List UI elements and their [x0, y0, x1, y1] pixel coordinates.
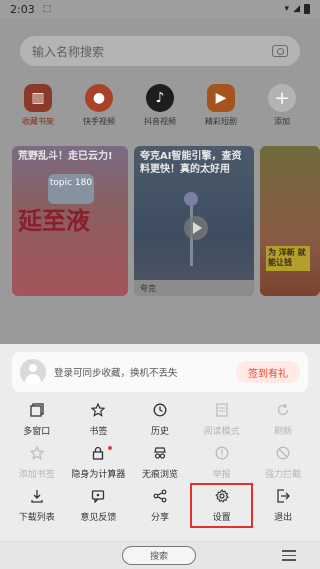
multi-window-icon	[29, 402, 45, 418]
menu-item-label: 阅读模式	[203, 427, 240, 437]
clock: 2:03	[10, 2, 35, 16]
menu-item-label: 下载列表	[18, 513, 55, 523]
reader-mode-icon	[214, 402, 230, 418]
menu-item-label: 设置	[212, 513, 231, 523]
menu-item-multi-window[interactable]: 多窗口	[6, 398, 68, 441]
checkin-button[interactable]: 签到有礼	[236, 361, 300, 383]
card-title: 荒野乱斗！走已云力!	[18, 151, 113, 162]
home-page-dimmed: 输入名称搜索 ▥ 收藏书架 ● 快手视频 ♪ 抖音视频 ▶ 精彩短剧 + 添加 …	[0, 18, 320, 344]
short-drama-icon: ▶	[207, 84, 235, 112]
feed-card[interactable]: 为 洋新 就能让钱	[260, 146, 320, 296]
menu-item-label: 强力拦截	[265, 470, 302, 480]
bookshelf-icon: ▥	[24, 84, 52, 112]
menu-item-label: 多窗口	[23, 427, 51, 437]
hamburger-menu-icon[interactable]	[282, 550, 296, 561]
exit-icon	[275, 488, 291, 504]
douyin-icon: ♪	[146, 84, 174, 112]
menu-item-report[interactable]: 举报	[191, 441, 253, 484]
menu-grid: 多窗口 书签 历史 阅读模式 刷新 添加书签 隐身为计算器 无痕浏览 举报 强力…	[6, 398, 314, 528]
menu-item-history[interactable]: 历史	[129, 398, 191, 441]
menu-item-label: 书签	[89, 427, 108, 437]
menu-item-reader-mode[interactable]: 阅读模式	[191, 398, 253, 441]
menu-item-label: 隐身为计算器	[71, 470, 126, 480]
block-icon	[275, 445, 291, 461]
menu-item-share[interactable]: 分享	[129, 484, 191, 527]
menu-item-label: 刷新	[274, 427, 293, 437]
shortcut-kuaishou[interactable]: ● 快手视频	[71, 84, 127, 127]
bottom-toolbar: 搜索	[0, 541, 320, 569]
menu-item-label: 举报	[212, 470, 231, 480]
new-badge	[107, 446, 112, 450]
shortcut-label: 快手视频	[83, 117, 115, 126]
menu-item-exit[interactable]: 退出	[252, 484, 314, 527]
login-banner[interactable]: 登录可同步收藏，换机不丢失 签到有礼	[12, 352, 308, 392]
card-promo-text: 为 洋新 就能让钱	[266, 246, 310, 271]
camera-icon[interactable]	[272, 45, 288, 57]
add-icon: +	[268, 84, 296, 112]
menu-item-label: 分享	[150, 513, 169, 523]
signal-icon: ◢	[293, 4, 300, 14]
shortcut-bookshelf[interactable]: ▥ 收藏书架	[10, 84, 66, 127]
search-input[interactable]: 输入名称搜索	[20, 36, 300, 66]
gear-icon	[214, 488, 230, 504]
kuaishou-icon: ●	[85, 84, 113, 112]
avatar[interactable]	[20, 359, 46, 385]
menu-item-incognito[interactable]: 无痕浏览	[129, 441, 191, 484]
menu-item-refresh[interactable]: 刷新	[252, 398, 314, 441]
shortcut-douyin[interactable]: ♪ 抖音视频	[132, 84, 188, 127]
menu-item-label: 添加书签	[18, 470, 55, 480]
incognito-icon	[152, 445, 168, 461]
lock-icon	[90, 445, 106, 461]
menu-item-calculator-disguise[interactable]: 隐身为计算器	[68, 441, 130, 484]
star-icon	[90, 402, 106, 418]
card-overlay-text: topic 180	[48, 174, 94, 204]
bottom-search-button[interactable]: 搜索	[122, 546, 196, 565]
status-bar: 2:03 ⬚ ▾ ◢	[0, 0, 320, 18]
shortcut-label: 添加	[274, 117, 290, 126]
refresh-icon	[275, 402, 291, 418]
battery-icon	[304, 4, 310, 14]
card-title: 夸克AI智能引擎，查资料更快！真的太好用	[140, 151, 242, 175]
menu-item-add-bookmark[interactable]: 添加书签	[6, 441, 68, 484]
feedback-icon	[90, 488, 106, 504]
menu-item-label: 历史	[150, 427, 169, 437]
menu-item-settings[interactable]: 设置	[189, 483, 254, 528]
feed-card[interactable]: 夸克AI智能引擎，查资料更快！真的太好用 夸克	[134, 146, 254, 296]
notification-icon: ⬚	[42, 4, 52, 14]
shortcut-label: 收藏书架	[22, 117, 54, 126]
card-graphic-text: 延至液	[18, 207, 90, 235]
menu-item-label: 无痕浏览	[141, 470, 178, 480]
login-hint: 登录可同步收藏，换机不丢失	[54, 368, 178, 379]
menu-item-feedback[interactable]: 意见反馈	[68, 484, 130, 527]
menu-item-label: 意见反馈	[80, 513, 117, 523]
search-placeholder: 输入名称搜索	[32, 44, 105, 59]
clock-icon	[152, 402, 168, 418]
card-source: 夸克	[134, 280, 254, 296]
share-icon	[152, 488, 168, 504]
download-icon	[29, 488, 45, 504]
shortcut-row: ▥ 收藏书架 ● 快手视频 ♪ 抖音视频 ▶ 精彩短剧 + 添加	[10, 84, 310, 127]
shortcut-add[interactable]: + 添加	[254, 84, 310, 127]
feed-cards: 荒野乱斗！走已云力! topic 180 延至液 夸克AI智能引擎，查资料更快！…	[12, 146, 320, 344]
shortcut-label: 抖音视频	[144, 117, 176, 126]
add-bookmark-icon	[29, 445, 45, 461]
menu-item-label: 退出	[274, 513, 293, 523]
menu-sheet: 登录可同步收藏，换机不丢失 签到有礼 多窗口 书签 历史 阅读模式 刷新 添加书…	[0, 344, 320, 569]
shortcut-short-drama[interactable]: ▶ 精彩短剧	[193, 84, 249, 127]
status-icons: ▾ ◢	[285, 4, 310, 14]
shortcut-label: 精彩短剧	[205, 117, 237, 126]
menu-item-bookmarks[interactable]: 书签	[68, 398, 130, 441]
menu-item-downloads[interactable]: 下载列表	[6, 484, 68, 527]
report-icon	[214, 445, 230, 461]
play-icon[interactable]	[184, 216, 208, 240]
menu-item-strong-block[interactable]: 强力拦截	[252, 441, 314, 484]
wifi-icon: ▾	[284, 4, 290, 14]
feed-card[interactable]: 荒野乱斗！走已云力! topic 180 延至液	[12, 146, 128, 296]
